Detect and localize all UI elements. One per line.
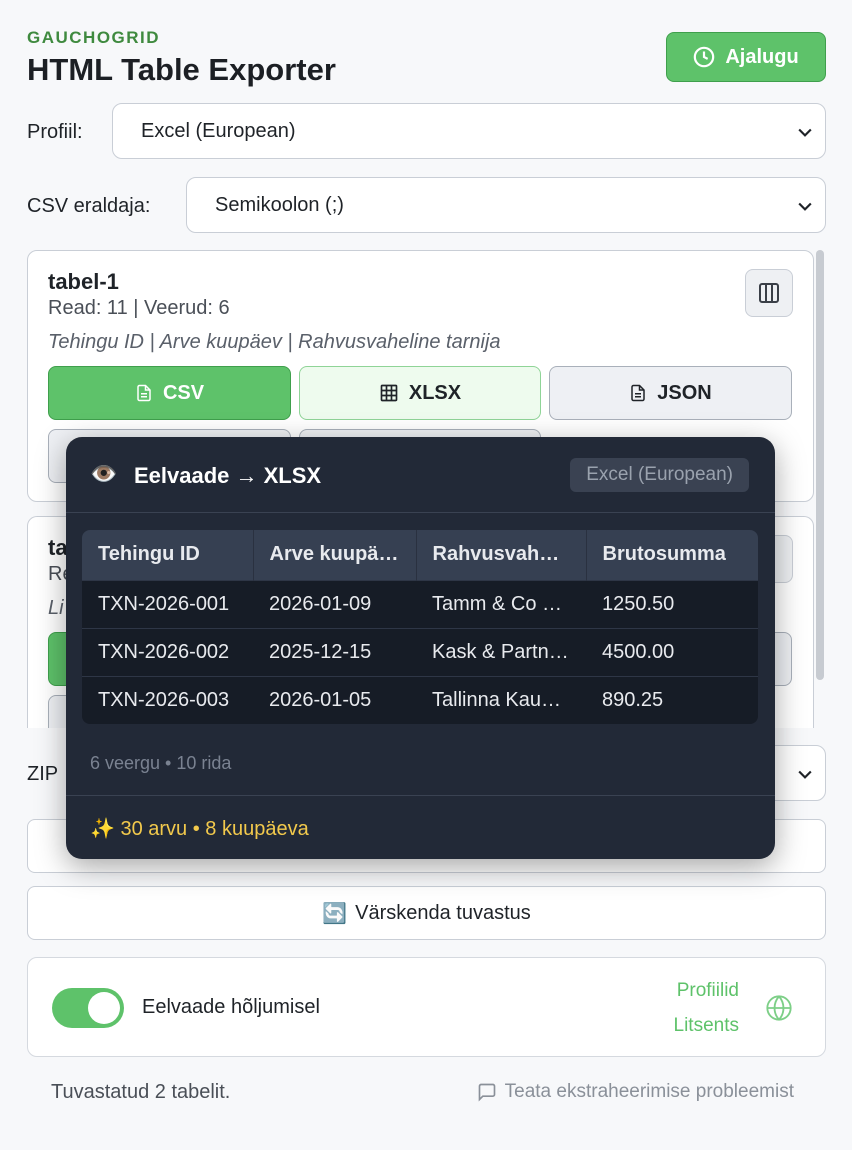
hover-preview-toggle[interactable] <box>52 988 124 1028</box>
table-cell: 4500.00 <box>586 627 758 676</box>
csv-separator-select[interactable]: Semikoolon (;) <box>186 177 826 233</box>
eye-icon: 👁️ <box>90 461 118 486</box>
message-icon <box>478 1083 495 1102</box>
chevron-down-icon <box>798 202 812 211</box>
export-json-button[interactable]: JSON <box>549 366 792 420</box>
brand-label: GAUCHOGRID <box>27 28 161 47</box>
preview-column-header: Arve kuupäev <box>253 530 417 580</box>
table-cell: TXN-2026-002 <box>82 627 253 676</box>
preview-column-header: Rahvusvaheline tarnija <box>416 530 587 580</box>
hover-preview-label: Eelvaade hõljumisel <box>142 996 320 1018</box>
refresh-icon: 🔄 <box>322 902 348 925</box>
report-issue-link[interactable]: Teata ekstraheerimise probleemist <box>477 1081 794 1103</box>
preview-detected-types: ✨ 30 arvu • 8 kuupäeva <box>90 818 309 840</box>
csv-separator-value: Semikoolon (;) <box>215 193 344 216</box>
csv-separator-label: CSV eraldaja: <box>27 195 151 217</box>
export-xlsx-button[interactable]: XLSX <box>299 366 541 420</box>
columns-icon <box>759 283 779 303</box>
column-selector-button[interactable] <box>745 269 793 317</box>
table-name: tabel-1 <box>48 269 119 294</box>
profile-label: Profiil: <box>27 121 83 143</box>
page-title: HTML Table Exporter <box>27 52 336 87</box>
clock-icon <box>694 46 715 68</box>
preview-title: Eelvaade → XLSX <box>134 463 322 488</box>
export-csv-button[interactable]: CSV <box>48 366 291 420</box>
preview-column-header: Tehingu ID <box>82 530 254 580</box>
profile-select[interactable]: Excel (European) <box>112 103 826 159</box>
table-name: ta <box>48 535 68 560</box>
scrollbar[interactable] <box>814 250 826 728</box>
profiles-link[interactable]: Profiilid <box>677 980 739 1002</box>
chevron-down-icon <box>798 770 812 779</box>
settings-panel: Eelvaade hõljumisel Profiilid Litsents <box>27 957 826 1057</box>
table-cell: 2026-01-09 <box>253 579 416 628</box>
preview-footer: ✨ 30 arvu • 8 kuupäeva <box>66 795 775 859</box>
export-csv-label: CSV <box>162 381 205 404</box>
export-xlsx-label: XLSX <box>408 381 462 404</box>
preview-column-header: Brutosumma <box>586 530 758 580</box>
detection-status: Tuvastatud 2 tabelit. <box>51 1081 231 1103</box>
file-icon <box>631 384 646 402</box>
table-cell: Tamm & Co OÜ <box>416 579 586 628</box>
preview-summary: 6 veergu • 10 rida <box>90 753 232 773</box>
table-cell: TXN-2026-001 <box>82 579 253 628</box>
table-cell: 2026-01-05 <box>253 675 416 724</box>
preview-table: Tehingu ID Arve kuupäev Rahvusvaheline t… <box>82 530 758 724</box>
refresh-detection-label: Värskenda tuvastus <box>355 901 531 924</box>
preview-profile-badge: Excel (European) <box>570 458 749 492</box>
toggle-knob <box>88 992 120 1024</box>
license-link[interactable]: Litsents <box>674 1015 739 1037</box>
table-meta: Read: 11 | Veerud: 6 <box>48 297 230 319</box>
table-cell: 890.25 <box>586 675 758 724</box>
table-cell: Tallinna Kaubandus <box>416 675 586 724</box>
preview-header: 👁️ Eelvaade → XLSX Excel (European) <box>66 437 775 513</box>
table-columns: Li <box>48 597 64 619</box>
table-row: TXN-2026-001 2026-01-09 Tamm & Co OÜ 125… <box>82 579 758 628</box>
table-cell: 2025-12-15 <box>253 627 416 676</box>
table-cell: 1250.50 <box>586 579 758 628</box>
table-cell: Kask & Partnerid <box>416 627 586 676</box>
table-columns: Tehingu ID | Arve kuupäev | Rahvusvaheli… <box>48 331 501 353</box>
preview-header-row: Tehingu ID Arve kuupäev Rahvusvaheline t… <box>82 530 758 580</box>
profile-select-value: Excel (European) <box>141 119 296 142</box>
table-cell: TXN-2026-003 <box>82 675 253 724</box>
history-button[interactable]: Ajalugu <box>666 32 826 82</box>
globe-icon[interactable] <box>765 994 793 1022</box>
table-row: TXN-2026-002 2025-12-15 Kask & Partnerid… <box>82 627 758 676</box>
history-button-label: Ajalugu <box>725 45 799 68</box>
refresh-detection-button[interactable]: 🔄 Värskenda tuvastus <box>27 886 826 940</box>
table-icon <box>380 384 398 402</box>
table-row: TXN-2026-003 2026-01-05 Tallinna Kauband… <box>82 675 758 724</box>
zip-label: ZIP <box>27 763 59 785</box>
file-icon <box>137 384 151 402</box>
preview-popup: 👁️ Eelvaade → XLSX Excel (European) Tehi… <box>66 437 775 859</box>
chevron-down-icon <box>798 128 812 137</box>
report-issue-label: Teata ekstraheerimise probleemist <box>504 1081 794 1102</box>
export-json-label: JSON <box>657 381 712 404</box>
scrollbar-thumb[interactable] <box>816 250 824 680</box>
